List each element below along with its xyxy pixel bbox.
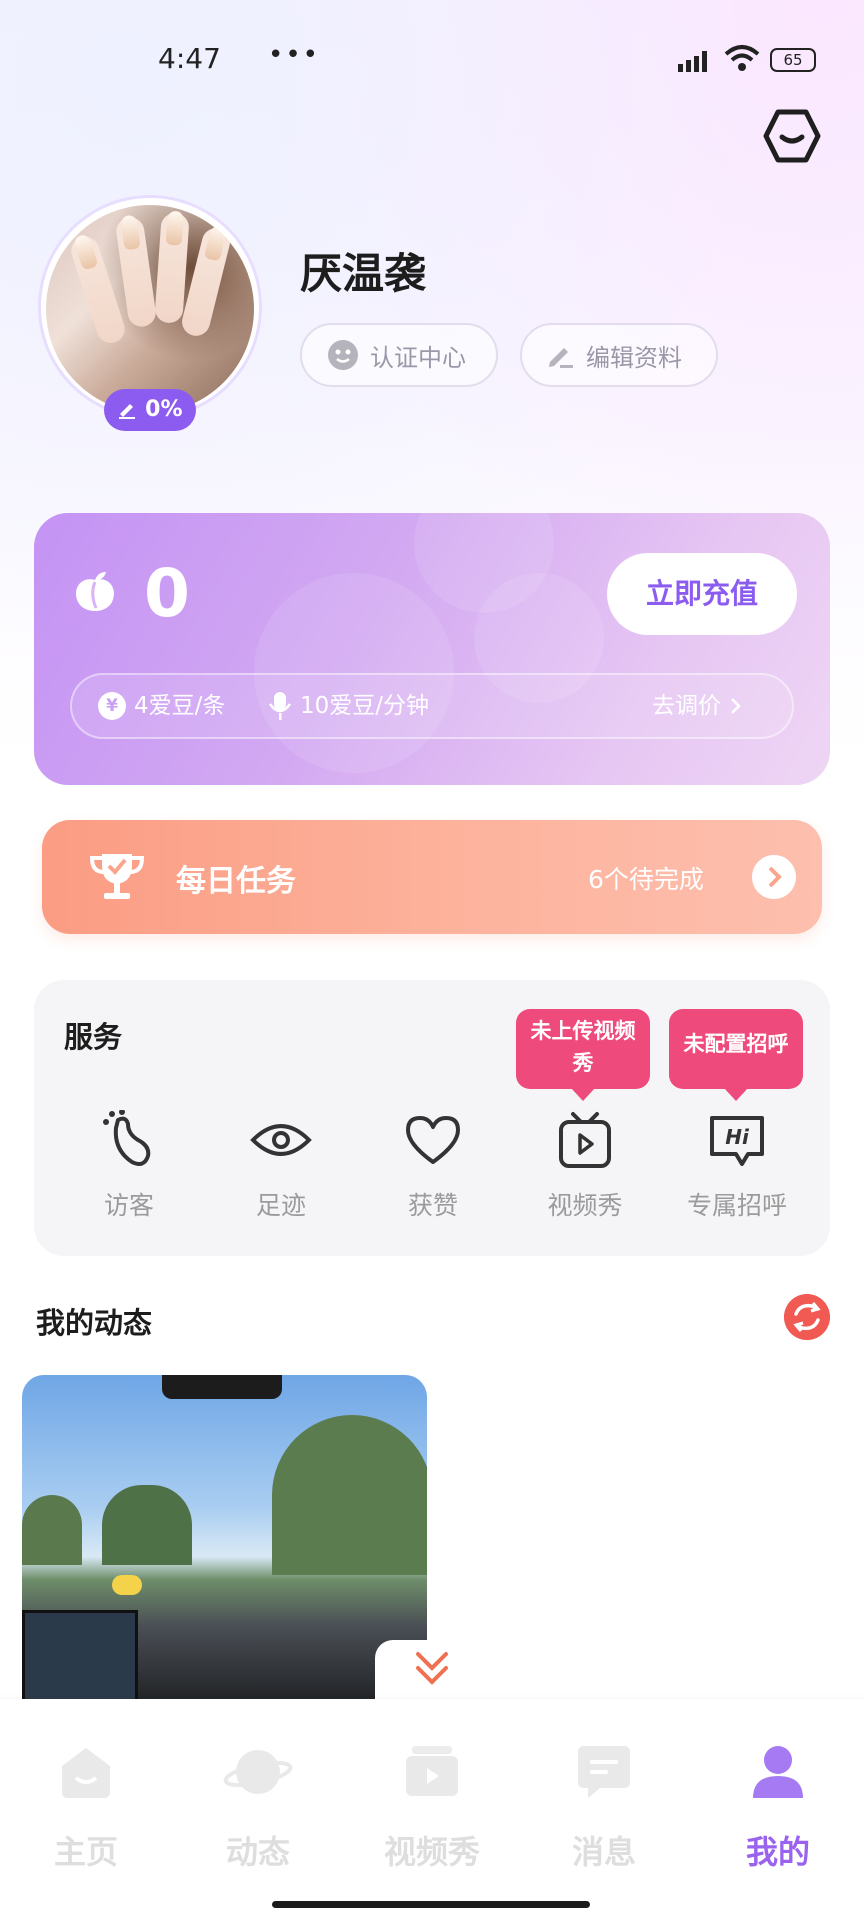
avatar[interactable]	[46, 205, 254, 413]
face-badge-icon	[328, 340, 358, 370]
home-indicator	[272, 1901, 590, 1908]
avatar-photo-detail	[114, 214, 158, 329]
message-price: ¥ 4爱豆/条	[98, 675, 225, 737]
voice-price-label: 10爱豆/分钟	[300, 693, 430, 719]
service-label: 获赞	[407, 1191, 458, 1220]
greeting-tooltip: 未配置招呼	[669, 1009, 803, 1101]
adjust-price-link[interactable]: 去调价	[652, 675, 745, 737]
refresh-icon[interactable]	[784, 1294, 830, 1340]
double-chevron-down-icon	[416, 1652, 448, 1685]
microphone-icon	[268, 692, 292, 720]
service-video-show[interactable]: 视频秀	[520, 1110, 650, 1222]
nickname: 厌温袭	[300, 249, 427, 298]
tab-video-show[interactable]: 视频秀	[362, 1739, 502, 1873]
coin-balance: 0	[144, 555, 190, 632]
moment-photo[interactable]	[22, 1375, 427, 1705]
price-setting-bar[interactable]: ¥ 4爱豆/条 10爱豆/分钟 去调价	[70, 673, 794, 739]
collapse-toggle[interactable]	[375, 1640, 489, 1708]
arrow-right-circle-icon[interactable]	[752, 855, 796, 899]
battery-indicator: 65	[770, 48, 816, 72]
photo-detail-tree	[22, 1495, 82, 1565]
cert-center-label: 认证中心	[370, 343, 466, 372]
tab-label: 视频秀	[383, 1833, 480, 1871]
tab-label: 主页	[53, 1833, 118, 1871]
video-show-tooltip: 未上传视频秀	[516, 1009, 650, 1101]
home-icon	[62, 1748, 110, 1798]
pen-icon	[119, 404, 136, 419]
settings-hexagon-icon[interactable]	[762, 108, 822, 164]
edit-pen-icon	[549, 348, 573, 368]
daily-task-pending: 6个待完成	[588, 865, 704, 894]
edit-profile-button[interactable]: 编辑资料	[520, 323, 718, 387]
chevron-right-icon	[731, 698, 741, 714]
trophy-icon	[89, 854, 145, 899]
adjust-price-label: 去调价	[652, 693, 721, 719]
photo-detail-mirror	[162, 1375, 282, 1399]
message-price-label: 4爱豆/条	[134, 693, 226, 719]
heart-icon	[406, 1116, 460, 1164]
photo-detail-tree	[102, 1485, 192, 1565]
tab-moments[interactable]: 动态	[188, 1739, 328, 1873]
hi-chat-icon: Hi	[710, 1116, 764, 1166]
svg-text:Hi: Hi	[725, 1125, 750, 1149]
photo-detail-screen	[22, 1610, 138, 1705]
planet-icon	[223, 1750, 293, 1794]
tab-messages[interactable]: 消息	[534, 1739, 674, 1873]
signal-icon	[678, 51, 707, 72]
edit-profile-label: 编辑资料	[586, 343, 682, 372]
profile-completion-badge[interactable]: 0%	[104, 389, 196, 431]
profile-completion-value: 0%	[145, 397, 183, 422]
my-moments-title: 我的动态	[36, 1306, 153, 1340]
service-label: 访客	[103, 1191, 154, 1220]
daily-task-banner[interactable]: 每日任务 6个待完成	[42, 820, 822, 934]
tab-label: 动态	[225, 1833, 290, 1871]
service-visitors[interactable]: 访客	[64, 1110, 194, 1222]
photo-detail-tree	[272, 1415, 427, 1575]
photo-detail-figure	[112, 1575, 142, 1595]
tab-mine[interactable]: 我的	[708, 1739, 848, 1873]
peach-coin-icon	[75, 572, 115, 611]
service-label: 视频秀	[547, 1191, 623, 1220]
daily-task-title: 每日任务	[176, 864, 296, 899]
voice-price: 10爱豆/分钟	[268, 675, 429, 737]
person-icon	[753, 1746, 803, 1798]
yen-icon: ¥	[98, 692, 126, 720]
recharge-button[interactable]: 立即充值	[607, 553, 797, 635]
wifi-icon	[724, 45, 760, 71]
tab-home[interactable]: 主页	[16, 1739, 156, 1873]
eye-icon	[250, 1124, 312, 1156]
tab-label: 消息	[571, 1833, 636, 1871]
service-footprints[interactable]: 足迹	[216, 1110, 346, 1222]
service-label: 足迹	[255, 1191, 306, 1220]
service-greeting[interactable]: Hi 专属招呼	[672, 1110, 802, 1222]
wallet-card: 0 立即充值 ¥ 4爱豆/条 10爱豆/分钟 去调价	[34, 513, 830, 785]
tab-label: 我的	[745, 1833, 810, 1871]
services-title: 服务	[64, 1020, 123, 1054]
status-bar: 4:47 ••• 65	[0, 0, 864, 120]
tv-play-icon	[559, 1112, 611, 1168]
video-icon	[406, 1746, 458, 1796]
cert-center-button[interactable]: 认证中心	[300, 323, 498, 387]
footprint-icon	[103, 1110, 151, 1166]
status-time: 4:47	[158, 42, 221, 75]
services-panel: 服务 未上传视频秀 未配置招呼 访客 足迹 获赞 视频秀 Hi 专属招呼	[34, 980, 830, 1256]
bottom-tab-bar: 主页 动态 视频秀 消息 我的	[0, 1699, 864, 1920]
service-label: 专属招呼	[686, 1191, 787, 1220]
service-likes[interactable]: 获赞	[368, 1110, 498, 1222]
status-dots: •••	[268, 40, 321, 70]
message-icon	[578, 1746, 630, 1798]
